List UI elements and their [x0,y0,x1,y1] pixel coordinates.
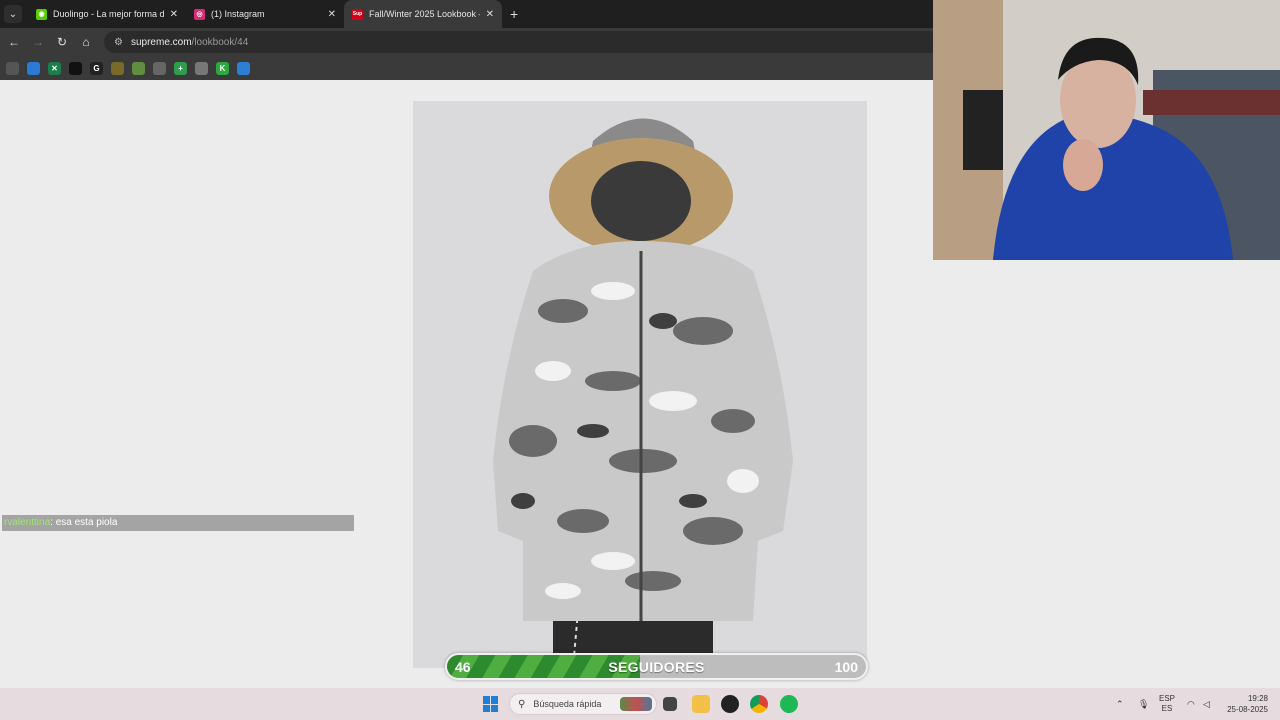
k-icon[interactable]: K [216,61,229,75]
chat-message: rvalenttina: esa esta piola [2,515,354,531]
steam-icon[interactable] [721,695,739,713]
followers-goal-bar: 46 SEGUIDORES 100 [445,653,868,680]
search-highlight-image [620,697,652,711]
tab-duolingo[interactable]: ◉ Duolingo - La mejor forma de a ✕ [28,0,186,28]
apps-icon[interactable] [6,61,19,75]
home-button[interactable]: ⌂ [74,30,98,54]
black-square-icon[interactable] [69,61,82,75]
spotify-icon[interactable] [780,695,798,713]
target-icon[interactable] [27,61,40,75]
taskview-icon[interactable] [663,697,677,711]
close-icon[interactable]: ✕ [486,9,494,20]
volume-icon[interactable]: ◁ [1203,688,1210,720]
g-icon[interactable]: G [90,61,103,75]
language-indicator[interactable]: ESP ES [1159,694,1175,714]
network-icon[interactable] [195,61,208,75]
chrome-icon[interactable] [750,695,768,713]
clock-time: 19:28 [1247,694,1268,703]
reload-button[interactable]: ↻ [50,30,74,54]
lang-bottom: ES [1161,704,1173,713]
tab-title: (1) Instagram [211,9,265,19]
bar-icon[interactable] [111,61,124,75]
x-icon[interactable]: ✕ [48,61,61,75]
tab-title: Fall/Winter 2025 Lookbook – Su [369,9,480,19]
site-info-icon[interactable]: ⚙ [114,37,123,48]
windows-taskbar: ⚲ Búsqueda rápida ⌃ 🎙 ESP ES ◠ ◁ 19:28 2… [0,688,1280,720]
clock[interactable]: 19:28 25-08-2025 [1224,693,1268,715]
lookbook-photo[interactable]: → [413,101,867,668]
tray-chevron-icon[interactable]: ⌃ [1116,688,1124,720]
chat-text: : esa esta piola [50,517,118,528]
search-icon: ⚲ [518,698,526,710]
microphone-icon[interactable]: 🎙 [1138,688,1149,720]
supreme-icon: Sup [352,8,363,20]
camo-parka-image [413,101,867,668]
plus-icon[interactable]: + [174,61,187,75]
close-icon[interactable]: ✕ [170,9,178,20]
tab-supreme-lookbook[interactable]: Sup Fall/Winter 2025 Lookbook – Su ✕ [344,0,502,28]
followers-label: SEGUIDORES [608,659,705,675]
webcam-overlay [933,0,1280,260]
followers-goal: 100 [834,659,858,675]
chat-username: rvalenttina [4,517,51,528]
tab-instagram[interactable]: ◎ (1) Instagram ✕ [186,0,344,28]
lookbook-page: → rvalenttina: esa esta piola [0,0,1280,688]
windows-start-button[interactable] [483,696,499,712]
file-explorer-icon[interactable] [692,695,710,713]
taskbar-search[interactable]: ⚲ Búsqueda rápida [509,693,657,715]
lang-top: ESP [1159,694,1176,703]
wifi-icon[interactable]: ◠ [1187,688,1195,720]
close-icon[interactable]: ✕ [328,9,336,20]
forward-button[interactable]: → [26,30,50,54]
instagram-icon: ◎ [194,8,205,20]
address-bar[interactable]: ⚙ supreme.com /lookbook/44 [104,31,1004,53]
back-button[interactable]: ← [2,30,26,54]
tab-search-button[interactable]: ⌄ [4,5,22,23]
url-host: supreme.com [130,36,192,48]
globe-icon[interactable] [153,61,166,75]
shopify-icon[interactable] [132,61,145,75]
url-path: /lookbook/44 [191,36,249,48]
clock-date: 25-08-2025 [1227,705,1268,714]
new-tab-button[interactable]: + [510,6,518,22]
tab-title: Duolingo - La mejor forma de a [53,9,164,19]
streamer-camera-feed [933,0,1280,260]
duolingo-icon: ◉ [36,8,47,20]
search-placeholder: Búsqueda rápida [533,699,602,709]
cube-icon[interactable] [237,61,250,75]
